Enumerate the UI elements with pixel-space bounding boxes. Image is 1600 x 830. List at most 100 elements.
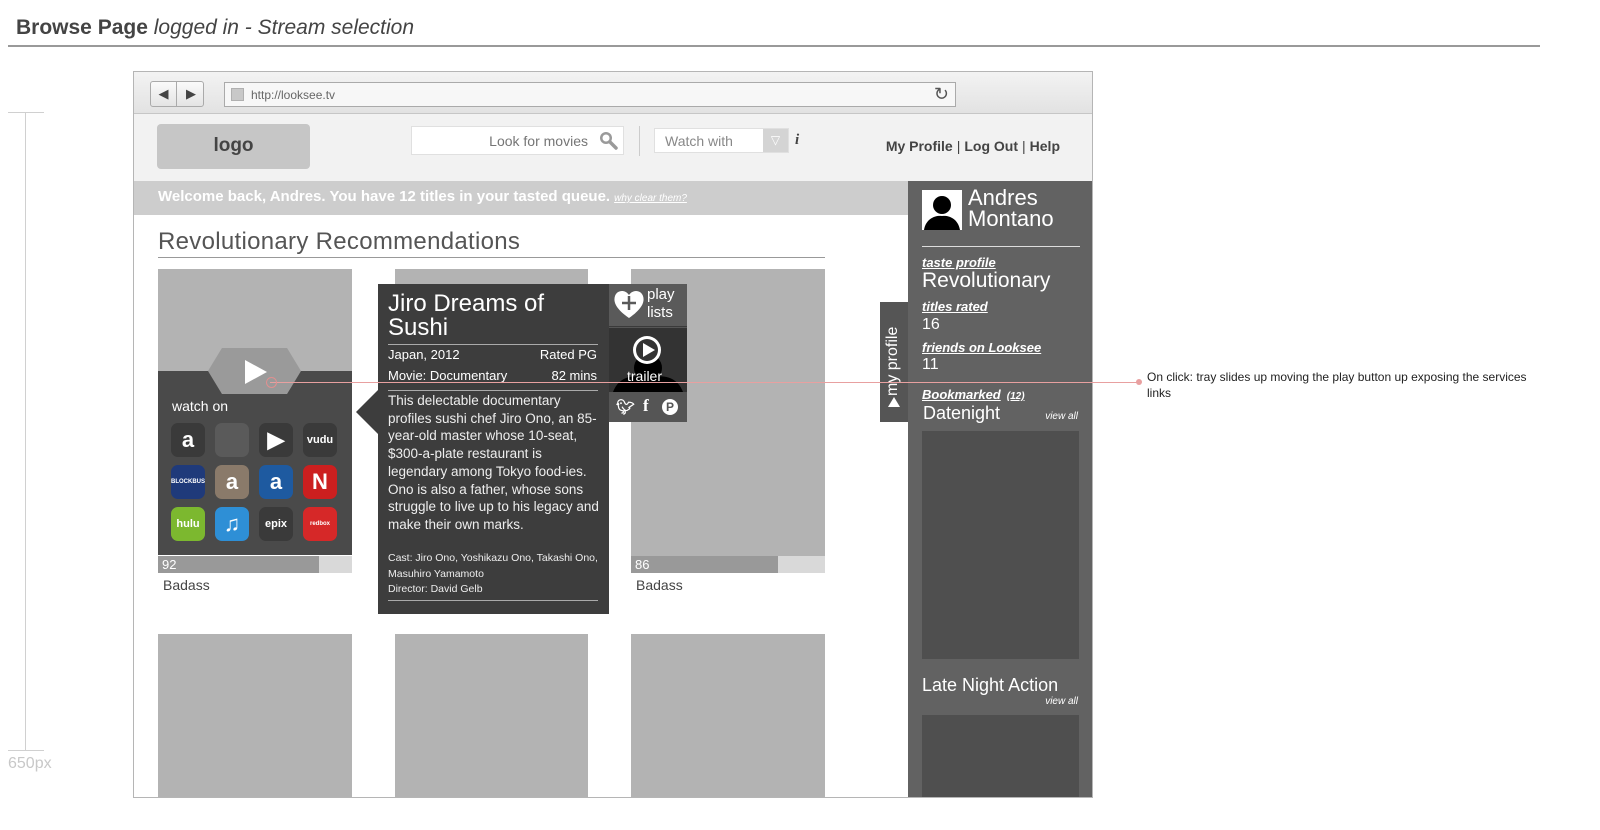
list-name-late-night-action: Late Night Action [922,675,1059,695]
amazon-bluray-icon[interactable]: a [259,465,293,499]
link-separator: | [956,138,961,154]
bookmarked-link[interactable]: Bookmarked (12) [922,387,1025,402]
section-divider [158,257,825,258]
netflix-icon[interactable]: N [303,465,337,499]
epix-icon[interactable]: epix [259,507,293,541]
view-all-link[interactable]: view all [1045,411,1078,422]
avatar [922,190,962,230]
welcome-message: Welcome back, Andres. You have 12 titles… [158,188,687,205]
watch-on-label: watch on [172,398,229,414]
vudu-icon[interactable]: vudu [303,423,337,457]
profile-divider [922,246,1080,247]
height-dimension-bottom-tick [8,750,44,751]
help-link[interactable]: Help [1030,138,1060,154]
annotation-dot [1136,379,1142,385]
popover-arrow [356,390,378,434]
height-dimension-label: 650px [8,755,52,772]
heart-plus-icon [614,290,644,318]
address-bar[interactable]: http://looksee.tv ↻ [224,82,956,107]
height-dimension-line [25,112,26,750]
movie-poster[interactable] [395,269,588,284]
profile-panel: Andres Montano taste profile Revolutiona… [908,181,1092,797]
google-play-icon[interactable]: ▶ [259,423,293,457]
datenight-list[interactable] [922,431,1079,659]
score-fill [631,556,779,573]
playlist-label: play lists [647,286,675,321]
page-title: Browse Page logged in - Stream selection [16,16,415,39]
forward-arrow-icon[interactable]: ▶ [178,82,204,106]
movie-cast: Cast: Jiro Ono, Yoshikazu Ono, Takashi O… [388,552,598,580]
movie-director: Director: David Gelb [388,583,483,595]
movie-runtime: 82 mins [551,368,597,383]
bookmarked-count: (12) [1006,391,1025,402]
annotation-anchor [266,377,277,388]
expand-arrow-icon [888,397,900,407]
movie-title: Jiro Dreams of Sushi [388,290,545,341]
header-divider [639,126,640,156]
friends-link[interactable]: friends on Looksee [922,340,1041,355]
titles-rated-link[interactable]: titles rated [922,299,988,314]
amazon-dvd-icon[interactable]: a [215,465,249,499]
log-out-link[interactable]: Log Out [964,138,1018,154]
annotation-note: On click: tray slides up moving the play… [1147,370,1527,400]
clear-queue-link[interactable]: why clear them? [614,193,687,204]
movie-poster[interactable] [631,634,825,797]
blockbuster-icon[interactable]: BLOCKBUSTER [171,465,205,499]
card-genre: Badass [163,577,210,593]
back-arrow-icon[interactable]: ◀ [151,82,177,106]
popover-divider [388,344,598,345]
browser-toolbar: ◀ ▶ http://looksee.tv ↻ [134,72,1092,114]
score-fill [158,556,320,573]
search-input[interactable] [412,127,594,154]
score-value: 86 [635,557,650,572]
movie-credits: Cast: Jiro Ono, Yoshikazu Ono, Takashi O… [388,551,600,598]
pinterest-icon[interactable]: P [662,399,678,415]
height-dimension-top-tick [8,112,44,113]
redbox-icon[interactable]: redbox [303,507,337,541]
score-value: 92 [162,557,177,572]
my-profile-tab[interactable]: my profile [880,302,908,422]
hulu-plus-icon[interactable]: hulu [171,507,205,541]
search-icon[interactable] [598,130,618,150]
view-all-link[interactable]: view all [1045,696,1078,707]
url-text[interactable]: http://looksee.tv [251,88,335,102]
watch-with-select[interactable]: Watch with ▽ [654,128,789,153]
movie-rating: Rated PG [539,347,597,362]
late-night-action-list[interactable] [922,715,1079,797]
link-separator: | [1022,138,1026,154]
itunes-icon[interactable]: ♫ [215,507,249,541]
section-title: Revolutionary Recommendations [158,228,521,255]
my-profile-link[interactable]: My Profile [886,138,953,154]
friends-value: 11 [922,356,939,373]
reload-icon[interactable]: ↻ [934,84,949,105]
movie-poster[interactable] [395,634,588,797]
movie-genre: Movie: Documentary [388,368,508,383]
favicon-icon [231,88,244,101]
user-name: Andres Montano [968,185,1054,231]
browser-window: ◀ ▶ http://looksee.tv ↻ logo Watch with … [133,71,1093,798]
card-genre: Badass [636,577,683,593]
score-bar: 92 [158,556,352,573]
info-icon[interactable]: i [795,132,799,149]
movie-origin: Japan, 2012 [388,347,460,362]
amazon-icon[interactable]: a [171,423,205,457]
movie-poster[interactable] [158,634,352,797]
share-row: 🐦︎ f P [609,393,687,422]
list-name-datenight: Datenight [923,403,1001,423]
popover-divider [388,390,598,391]
chevron-down-icon[interactable]: ▽ [763,129,788,152]
facebook-icon[interactable]: f [643,396,649,416]
site-logo[interactable]: logo [157,124,310,169]
apple-icon[interactable] [215,423,249,457]
search-box [411,126,624,155]
site-header: logo Watch with ▽ i My Profile|Log Out|H… [134,114,1092,181]
twitter-icon[interactable]: 🐦︎ [616,398,635,416]
taste-profile-link[interactable]: taste profile [922,255,996,270]
add-to-playlist-button[interactable]: play lists [609,284,687,327]
movie-detail-popover: Jiro Dreams of Sushi Japan, 2012 Rated P… [378,284,609,614]
taste-profile-value: Revolutionary [922,269,1051,292]
play-icon[interactable] [245,360,267,384]
movie-actions: play lists trailer 🐦︎ f P [609,284,687,422]
browser-nav-buttons: ◀ ▶ [150,81,204,107]
play-circle-icon [633,336,661,364]
